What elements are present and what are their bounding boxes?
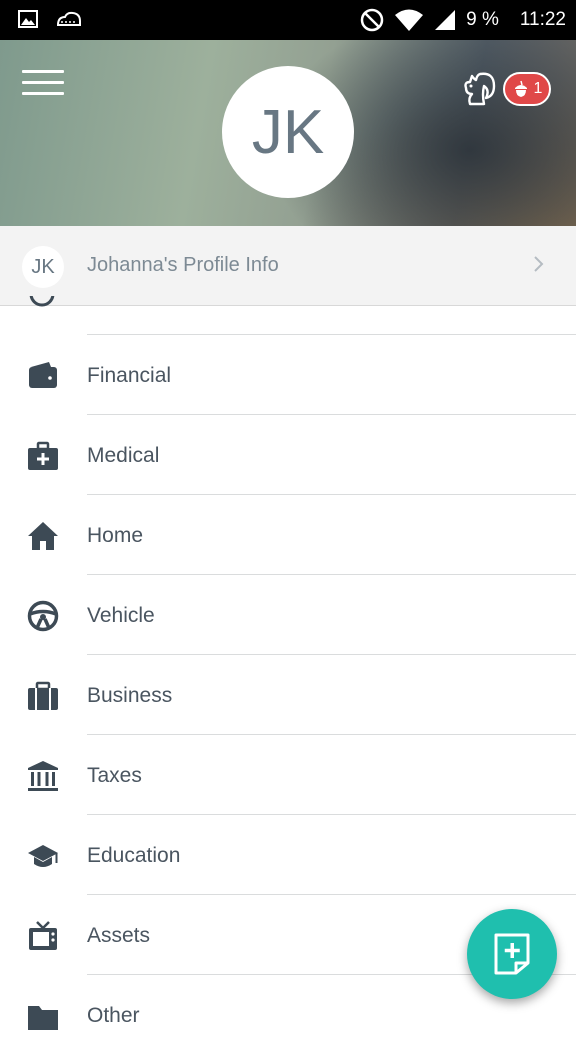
menu-item-label: Assets (87, 924, 151, 947)
signal-icon (435, 10, 456, 30)
menu-item-label: Vehicle (87, 604, 155, 627)
avatar[interactable]: JK (222, 66, 354, 198)
menu-item-label: Other (87, 1004, 140, 1027)
profile-info-label: Johanna's Profile Info (87, 254, 279, 276)
wallet-icon (29, 362, 57, 388)
menu-item-label: Medical (87, 444, 160, 467)
steering-wheel-icon (27, 600, 59, 632)
add-document-icon (494, 933, 530, 975)
menu-item-taxes[interactable]: Taxes (0, 734, 576, 814)
home-icon (28, 522, 58, 550)
rewards-count: 1 (533, 80, 543, 97)
menu-item-education[interactable]: Education (0, 814, 576, 894)
briefcase-icon (28, 681, 58, 710)
bank-icon (28, 761, 58, 791)
menu-item-vehicle[interactable]: Vehicle (0, 574, 576, 654)
squirrel-icon[interactable] (460, 70, 498, 108)
profile-info-row[interactable]: JK Johanna's Profile Info (0, 226, 576, 306)
image-icon (18, 10, 38, 28)
cloud-icon (56, 11, 81, 26)
folder-icon (28, 1006, 58, 1030)
menu-item-business[interactable]: Business (0, 654, 576, 734)
menu-item-label: Home (87, 524, 144, 547)
menu-item-medical[interactable]: Medical (0, 414, 576, 494)
status-bar: 9 % 11:22 (0, 0, 576, 40)
medical-kit-icon (28, 441, 58, 470)
clipped-menu-icon (29, 296, 55, 307)
menu-item-label: Education (87, 844, 181, 867)
chevron-right-icon (534, 256, 544, 272)
menu-item-label: Taxes (87, 764, 142, 787)
menu-item-home[interactable]: Home (0, 494, 576, 574)
battery-percent: 9 % (466, 9, 499, 30)
tv-icon (29, 921, 57, 950)
do-not-disturb-icon (360, 8, 384, 32)
clock: 11:22 (519, 9, 566, 30)
menu-icon[interactable] (22, 70, 64, 100)
menu-item-financial[interactable]: Financial (0, 334, 576, 414)
drawer-header: JK 1 (0, 40, 576, 226)
graduation-cap-icon (28, 845, 58, 867)
battery-icon (509, 20, 510, 21)
avatar-initials: JK (251, 97, 325, 167)
rewards-badge[interactable]: 1 (503, 72, 551, 106)
menu-item-label: Financial (87, 364, 172, 387)
acorn-icon (514, 80, 527, 97)
wifi-icon (395, 9, 424, 31)
add-document-button[interactable] (467, 909, 557, 999)
menu-item-label: Business (87, 684, 173, 707)
profile-avatar: JK (22, 246, 64, 288)
profile-avatar-initials: JK (31, 255, 55, 278)
